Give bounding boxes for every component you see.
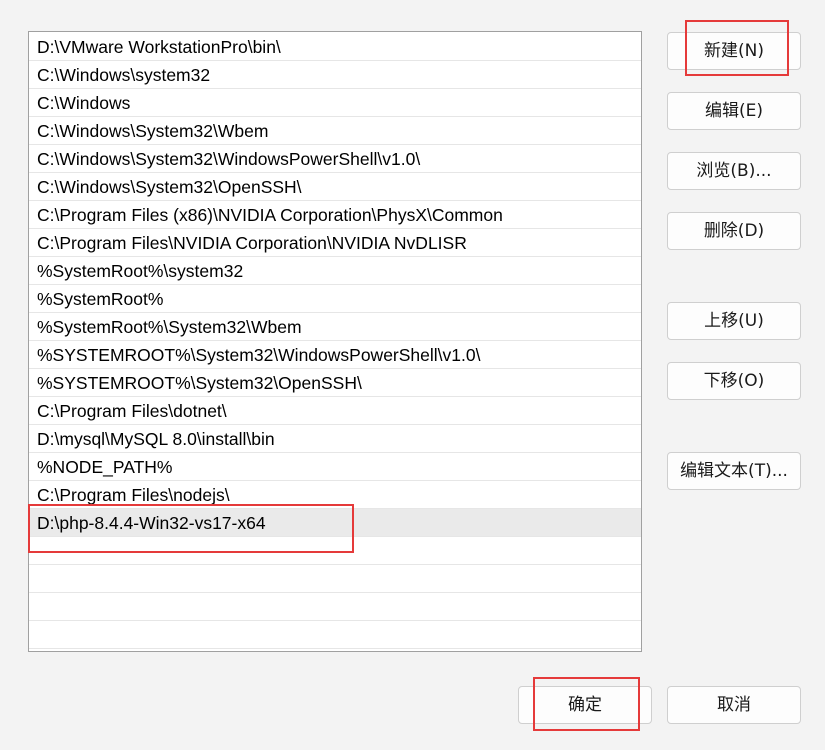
browse-button[interactable]: 浏览(B)... (667, 152, 801, 190)
path-list-item[interactable]: C:\Windows (29, 89, 641, 117)
path-list-empty-row[interactable] (29, 621, 641, 649)
edit-text-button[interactable]: 编辑文本(T)... (667, 452, 801, 490)
path-list-item[interactable]: C:\Windows\System32\WindowsPowerShell\v1… (29, 145, 641, 173)
path-list-item[interactable]: %SYSTEMROOT%\System32\WindowsPowerShell\… (29, 341, 641, 369)
path-list[interactable]: D:\VMware WorkstationPro\bin\ C:\Windows\… (28, 31, 642, 652)
path-list-rows: D:\VMware WorkstationPro\bin\ C:\Windows\… (29, 33, 641, 649)
path-list-item[interactable]: D:\mysql\MySQL 8.0\install\bin (29, 425, 641, 453)
path-list-item[interactable]: %SYSTEMROOT%\System32\OpenSSH\ (29, 369, 641, 397)
path-list-empty-row[interactable] (29, 593, 641, 621)
path-list-item[interactable]: C:\Program Files\nodejs\ (29, 481, 641, 509)
path-list-item[interactable]: D:\VMware WorkstationPro\bin\ (29, 33, 641, 61)
path-list-item[interactable]: C:\Windows\System32\OpenSSH\ (29, 173, 641, 201)
cancel-button[interactable]: 取消 (667, 686, 801, 724)
path-list-item[interactable]: C:\Windows\system32 (29, 61, 641, 89)
new-button[interactable]: 新建(N) (667, 32, 801, 70)
move-up-button[interactable]: 上移(U) (667, 302, 801, 340)
path-list-empty-row[interactable] (29, 537, 641, 565)
path-list-item[interactable]: C:\Windows\System32\Wbem (29, 117, 641, 145)
path-list-item[interactable]: %SystemRoot% (29, 285, 641, 313)
move-down-button[interactable]: 下移(O) (667, 362, 801, 400)
path-list-item[interactable]: %SystemRoot%\system32 (29, 257, 641, 285)
path-list-item[interactable]: %SystemRoot%\System32\Wbem (29, 313, 641, 341)
edit-button[interactable]: 编辑(E) (667, 92, 801, 130)
edit-environment-variable-dialog: D:\VMware WorkstationPro\bin\ C:\Windows\… (0, 0, 825, 750)
path-list-item[interactable]: C:\Program Files (x86)\NVIDIA Corporatio… (29, 201, 641, 229)
path-list-item[interactable]: %NODE_PATH% (29, 453, 641, 481)
path-list-item[interactable]: C:\Program Files\NVIDIA Corporation\NVID… (29, 229, 641, 257)
path-list-item[interactable]: D:\php-8.4.4-Win32-vs17-x64 (29, 509, 641, 537)
path-list-empty-row[interactable] (29, 565, 641, 593)
ok-button[interactable]: 确定 (518, 686, 652, 724)
path-list-item[interactable]: C:\Program Files\dotnet\ (29, 397, 641, 425)
delete-button[interactable]: 删除(D) (667, 212, 801, 250)
